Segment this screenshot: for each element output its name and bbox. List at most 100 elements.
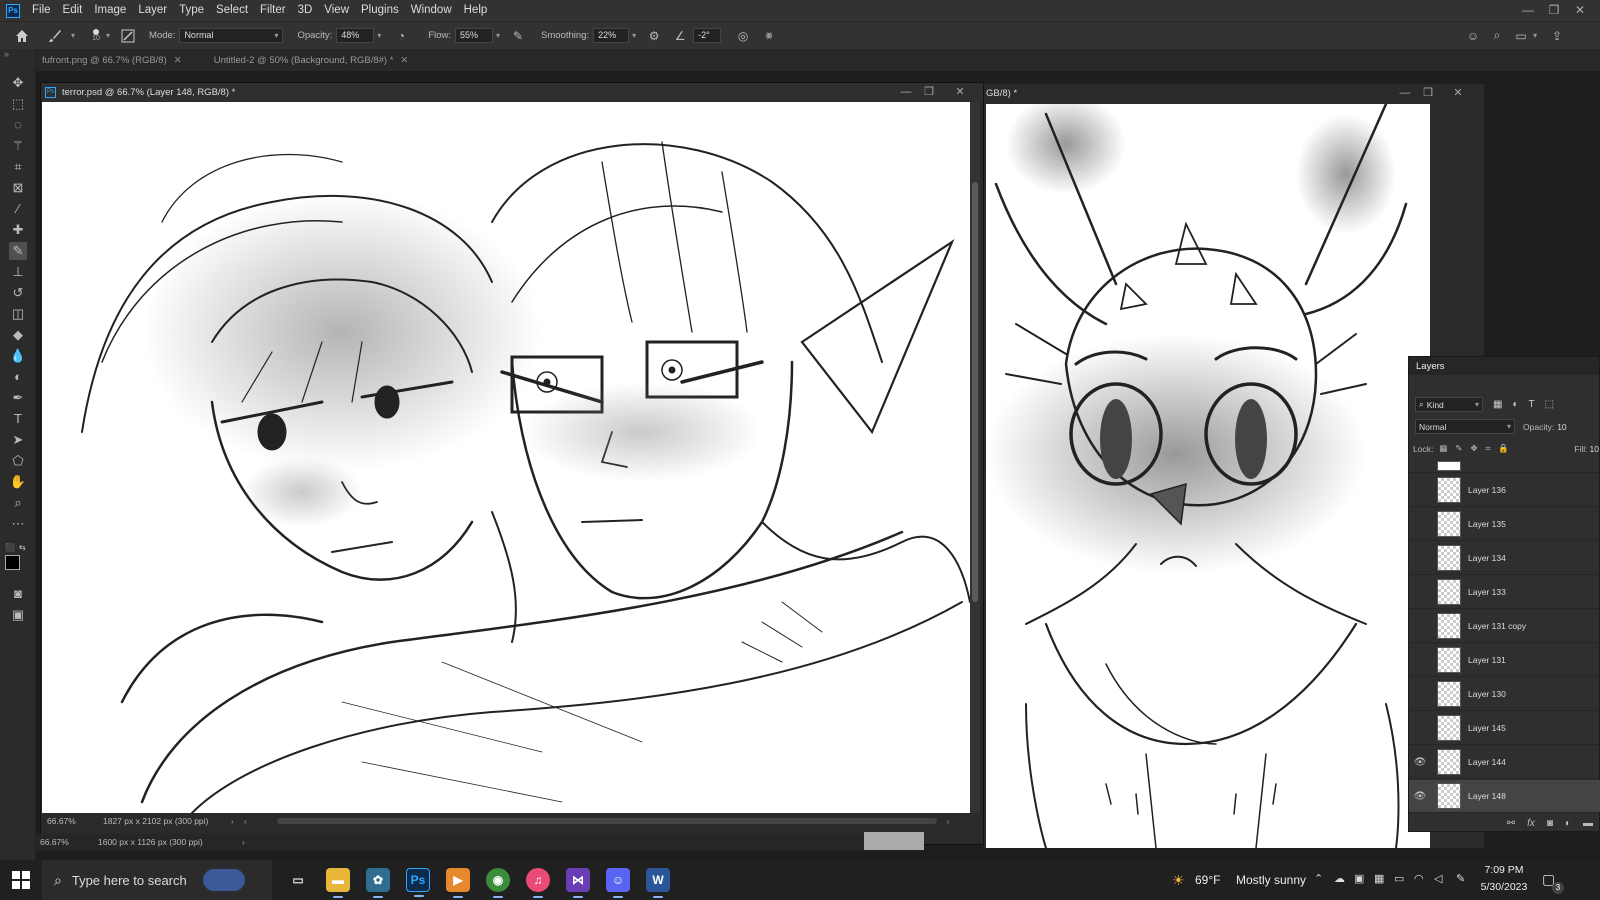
magic-wand-tool-icon[interactable]: ⚚ bbox=[9, 137, 27, 155]
chevron-up-icon[interactable]: ⌃ bbox=[1314, 872, 1323, 885]
healing-brush-tool-icon[interactable]: ✚ bbox=[9, 221, 27, 239]
itunes-icon[interactable]: ♫ bbox=[526, 868, 550, 898]
layer-row[interactable]: Layer 134 bbox=[1409, 542, 1600, 575]
crop-tool-icon[interactable]: ⌗ bbox=[9, 158, 27, 176]
weather-temperature[interactable]: 69°F bbox=[1195, 873, 1220, 887]
canvas-sketch-two-characters[interactable] bbox=[42, 102, 970, 813]
share-icon[interactable]: ⇪ bbox=[1549, 28, 1565, 44]
quick-mask-icon[interactable]: ◙ bbox=[9, 585, 27, 603]
close-icon[interactable]: ✕ bbox=[949, 83, 971, 101]
layer-opacity-input[interactable]: 10 bbox=[1557, 422, 1566, 432]
menu-layer[interactable]: Layer bbox=[132, 0, 173, 21]
chevron-right-icon[interactable]: › bbox=[242, 837, 245, 847]
layer-row[interactable]: Layer 135 bbox=[1409, 508, 1600, 541]
visual-studio-icon[interactable]: ⋈ bbox=[566, 868, 590, 898]
display-icon[interactable]: ▦ bbox=[1374, 872, 1384, 885]
photoshop-taskbar-icon[interactable]: Ps bbox=[406, 868, 430, 897]
brush-tool-icon[interactable] bbox=[47, 28, 63, 44]
eye-icon[interactable]: 👁 bbox=[1409, 791, 1431, 802]
hand-tool-icon[interactable]: ✋ bbox=[9, 473, 27, 491]
brush-preset-picker[interactable]: 10 bbox=[89, 29, 103, 42]
dodge-tool-icon[interactable]: ◐ bbox=[9, 368, 27, 386]
image-filter-icon[interactable]: ▦ bbox=[1493, 399, 1502, 410]
lock-transparent-icon[interactable]: ▦ bbox=[1439, 443, 1447, 454]
layer-row[interactable]: Layer 133 bbox=[1409, 576, 1600, 609]
pen-icon[interactable]: ✎ bbox=[1456, 872, 1465, 885]
blur-tool-icon[interactable]: 💧 bbox=[9, 347, 27, 365]
canvas-sketch-creature[interactable] bbox=[986, 104, 1430, 848]
media-player-icon[interactable]: ▶ bbox=[446, 868, 470, 898]
menu-3d[interactable]: 3D bbox=[292, 0, 319, 21]
cloud-icon[interactable]: ☁ bbox=[1334, 872, 1345, 885]
chevron-down-icon[interactable]: ▾ bbox=[377, 31, 381, 40]
chevron-down-icon[interactable]: ▾ bbox=[632, 31, 636, 40]
clock-time[interactable]: 7:09 PM bbox=[1478, 864, 1530, 876]
scrollbar-thumb[interactable] bbox=[972, 182, 978, 602]
minimize-icon[interactable]: — bbox=[1516, 0, 1540, 21]
menu-image[interactable]: Image bbox=[88, 0, 132, 21]
chevron-down-icon[interactable]: ▾ bbox=[106, 31, 110, 40]
lasso-tool-icon[interactable]: ◌ bbox=[9, 116, 27, 134]
restore-icon[interactable]: ❐ bbox=[1417, 84, 1439, 102]
layer-row[interactable]: Layer 131 bbox=[1409, 644, 1600, 677]
zoom-tool-icon[interactable]: ⌕ bbox=[9, 494, 27, 512]
close-icon[interactable]: ✕ bbox=[174, 55, 182, 66]
taskbar-search-box[interactable]: ⌕ Type here to search bbox=[42, 860, 272, 900]
vertical-scrollbar[interactable] bbox=[970, 102, 980, 813]
frame-tool-icon[interactable]: ⊠ bbox=[9, 179, 27, 197]
default-colors-icon[interactable]: ⬛ bbox=[5, 543, 15, 552]
airbrush-icon[interactable]: ✎ bbox=[510, 28, 526, 44]
close-icon[interactable]: ✕ bbox=[1568, 0, 1592, 21]
more-tools-icon[interactable]: ⋯ bbox=[9, 515, 27, 533]
shape-tool-icon[interactable]: ⬠ bbox=[9, 452, 27, 470]
layer-row-partial[interactable] bbox=[1409, 461, 1599, 473]
menu-type[interactable]: Type bbox=[173, 0, 210, 21]
paint-bucket-tool-icon[interactable]: ◆ bbox=[9, 326, 27, 344]
eyedropper-tool-icon[interactable]: ⁄ bbox=[9, 200, 27, 218]
path-selection-tool-icon[interactable]: ➤ bbox=[9, 431, 27, 449]
chevron-right-icon[interactable]: › bbox=[947, 816, 950, 826]
minimize-icon[interactable]: — bbox=[1394, 84, 1416, 102]
word-icon[interactable]: W bbox=[646, 868, 670, 898]
adjustment-layer-icon[interactable]: ◐ bbox=[1565, 818, 1571, 829]
tab-fufront[interactable]: fufront.png @ 66.7% (RGB/8) ✕ bbox=[20, 49, 192, 71]
fill-input[interactable]: 10 bbox=[1590, 444, 1599, 454]
foreground-color-swatch[interactable] bbox=[5, 555, 20, 570]
task-view-icon[interactable]: ▭ bbox=[286, 868, 310, 892]
windows-start-icon[interactable] bbox=[12, 871, 30, 889]
menu-edit[interactable]: Edit bbox=[57, 0, 89, 21]
swap-colors-icon[interactable]: ⇆ bbox=[19, 543, 26, 552]
chevron-down-icon[interactable]: ▾ bbox=[1533, 31, 1537, 40]
layer-row[interactable]: Layer 131 copy bbox=[1409, 610, 1600, 643]
menu-help[interactable]: Help bbox=[458, 0, 494, 21]
home-icon[interactable] bbox=[14, 28, 30, 44]
mode-select[interactable]: Normal ▾ bbox=[179, 28, 284, 43]
horizontal-scrollbar[interactable] bbox=[276, 818, 937, 824]
restore-icon[interactable]: ❐ bbox=[918, 83, 940, 101]
discord-icon[interactable]: ☺ bbox=[606, 868, 630, 898]
symmetry-icon[interactable]: ⨳ bbox=[761, 28, 777, 44]
clock-date[interactable]: 5/30/2023 bbox=[1474, 881, 1534, 893]
pen-tool-icon[interactable]: ✒ bbox=[9, 389, 27, 407]
menu-file[interactable]: File bbox=[26, 0, 57, 21]
lock-position-icon[interactable]: ✥ bbox=[1470, 443, 1477, 454]
blend-mode-select[interactable]: Normal ▾ bbox=[1415, 419, 1515, 434]
gear-icon[interactable]: ⚙ bbox=[646, 28, 662, 44]
weather-description[interactable]: Mostly sunny bbox=[1236, 873, 1306, 887]
bottom-zoom-level[interactable]: 66.67% bbox=[40, 837, 90, 847]
app-generic-icon[interactable]: ✿ bbox=[366, 868, 390, 898]
pressure-opacity-icon[interactable]: ◔ bbox=[393, 28, 409, 44]
layer-row[interactable]: Layer 145 bbox=[1409, 712, 1600, 745]
battery-icon[interactable]: ▭ bbox=[1394, 872, 1404, 885]
shape-filter-icon[interactable]: ⬚ bbox=[1545, 399, 1554, 410]
lock-artboard-icon[interactable]: ⌗ bbox=[1486, 443, 1491, 454]
share-user-icon[interactable]: ☺ bbox=[1465, 28, 1481, 44]
wifi-icon[interactable]: ◠ bbox=[1414, 872, 1424, 885]
expand-icon[interactable]: » bbox=[4, 49, 9, 59]
pressure-size-icon[interactable]: ◎ bbox=[735, 28, 751, 44]
document-window-title-bar[interactable]: Ps terror.psd @ 66.7% (Layer 148, RGB/8)… bbox=[41, 83, 983, 101]
menu-window[interactable]: Window bbox=[405, 0, 458, 21]
layers-panel-title[interactable]: Layers bbox=[1409, 357, 1599, 377]
speaker-icon[interactable]: ◁ bbox=[1434, 872, 1442, 885]
menu-filter[interactable]: Filter bbox=[254, 0, 292, 21]
